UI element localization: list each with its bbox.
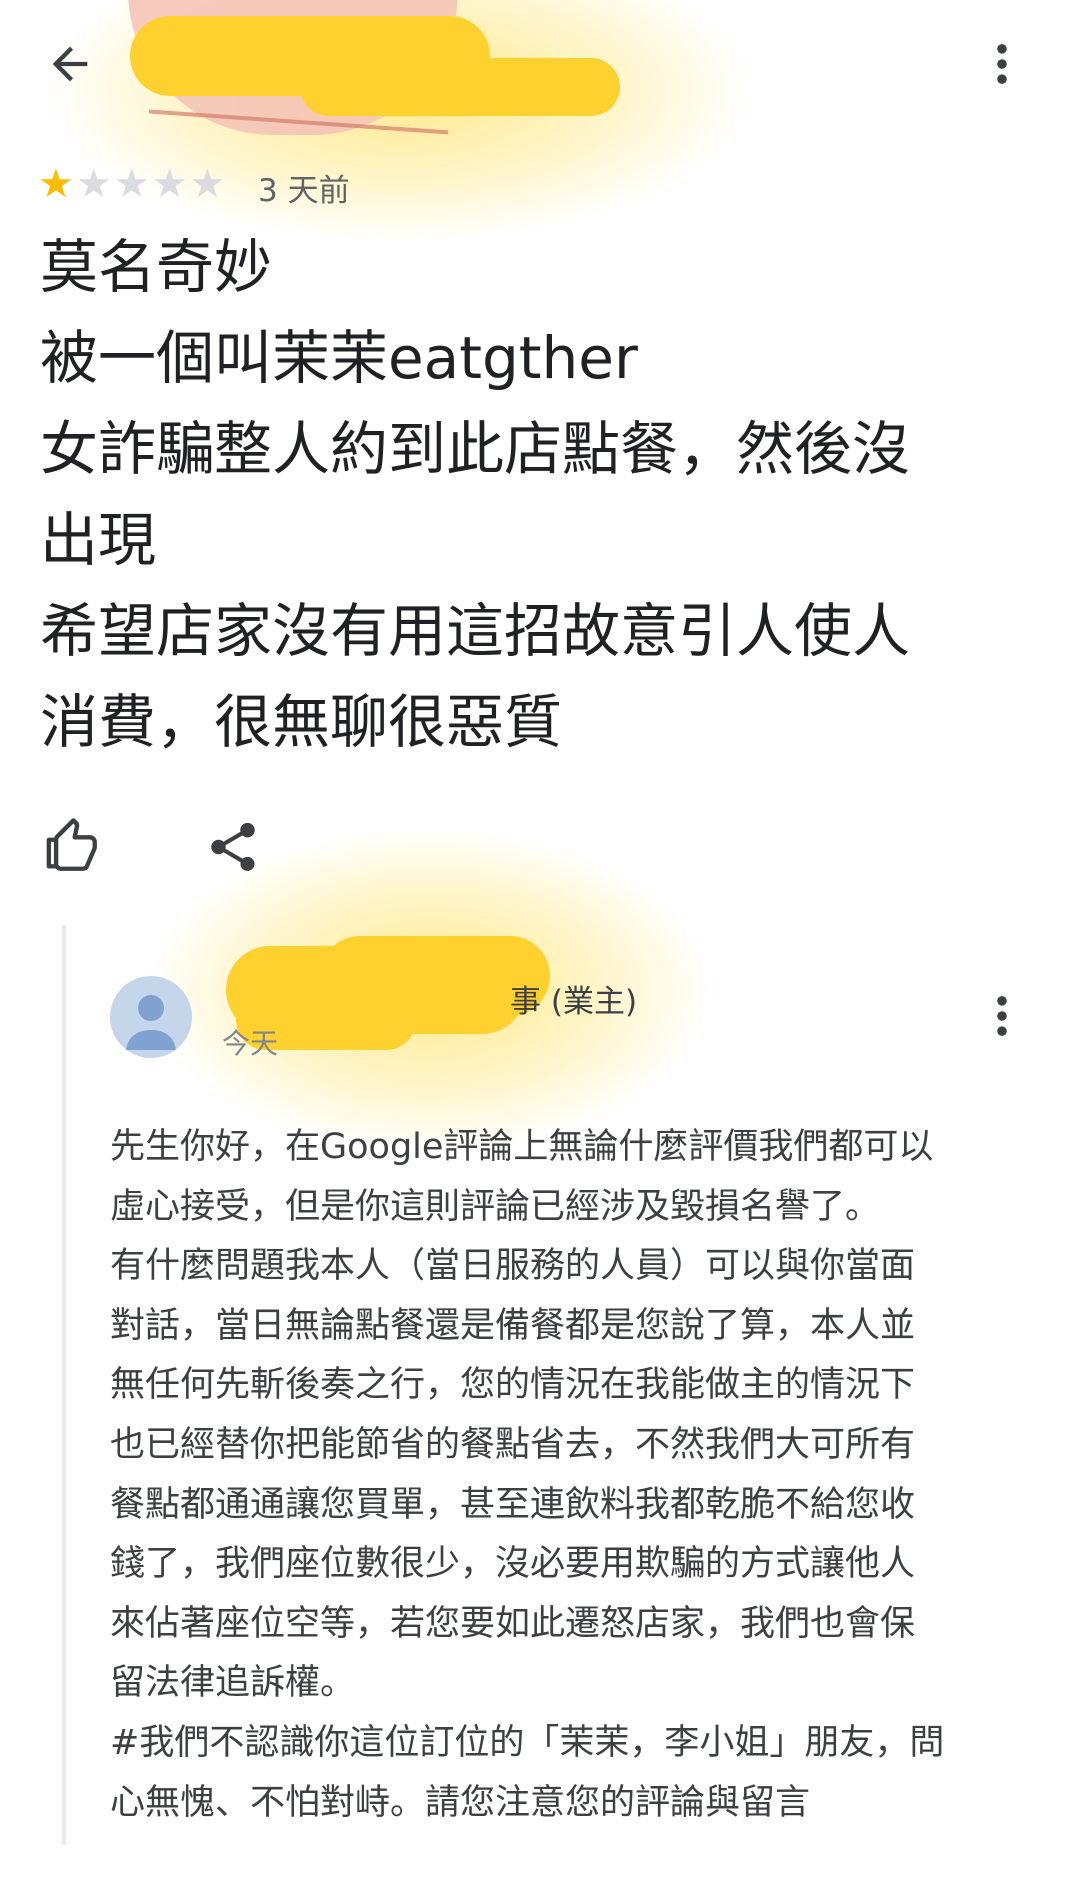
owner-avatar[interactable]	[110, 976, 192, 1058]
reply-line: 餐點都通通讓您買單，甚至連飲料我都乾脆不給您收	[110, 1484, 916, 1525]
review-text: 莫名奇妙 被一個叫茉茉eatgther 女詐騙整人約到此店點餐，然後沒 出現 希…	[40, 222, 1050, 768]
star-empty-icon: ★	[189, 161, 226, 207]
star-empty-icon: ★	[75, 161, 112, 207]
star-rating: ★ ★ ★ ★ ★	[38, 164, 225, 204]
reply-line: 有什麼問題我本人（當日服務的人員）可以與你當面	[110, 1246, 916, 1287]
reply-line: 錢了，我們座位數很少，沒必要用欺騙的方式讓他人	[110, 1544, 916, 1585]
person-avatar-icon	[126, 995, 176, 1050]
reply-line: 對話，當日無論點餐還是備餐都是您說了算，本人並	[110, 1305, 916, 1346]
reply-line: 來佔著座位空等，若您要如此遷怒店家，我們也會保	[110, 1603, 916, 1644]
reply-time: 今天	[222, 1027, 279, 1060]
review-line: 女詐騙整人約到此店點餐，然後沒	[40, 415, 911, 483]
reply-line: 留法律追訴權。	[110, 1663, 356, 1704]
thumb-up-icon	[46, 818, 97, 871]
redaction-mark	[300, 58, 620, 116]
star-empty-icon: ★	[113, 161, 150, 207]
reply-line: 心無愧、不怕對峙。請您注意您的評論與留言	[110, 1782, 811, 1823]
review-line: 被一個叫茉茉eatgther	[40, 324, 638, 392]
like-button[interactable]	[44, 818, 102, 876]
review-line: 希望店家沒有用這招故意引人使人	[40, 597, 911, 665]
review-line: 莫名奇妙	[40, 233, 273, 301]
reply-more-options-button[interactable]	[984, 990, 1020, 1042]
owner-name: 事 (業主)	[510, 984, 638, 1020]
more-options-button[interactable]	[984, 38, 1020, 90]
reply-line: 也已經替你把能節省的餐點省去，不然我們大可所有	[110, 1424, 916, 1465]
back-button[interactable]	[44, 38, 96, 90]
review-time: 3 天前	[258, 173, 350, 209]
star-filled-icon: ★	[38, 161, 74, 207]
owner-reply-text: 先生你好，在Google評論上無論什麼評價我們都可以 虛心接受，但是你這則評論已…	[110, 1118, 1030, 1833]
reply-thread-line	[62, 925, 66, 1845]
review-line: 出現	[40, 506, 157, 574]
review-line: 消費，很無聊很惡質	[40, 688, 563, 756]
reply-line: #我們不認識你這位訂位的「茉茉，李小姐」朋友，問	[110, 1722, 945, 1763]
star-empty-icon: ★	[151, 161, 188, 207]
reply-line: 無任何先斬後奏之行，您的情況在我能做主的情況下	[110, 1365, 916, 1406]
more-vert-icon	[997, 996, 1007, 1036]
reply-line: 虛心接受，但是你這則評論已經涉及毀損名譽了。	[110, 1186, 881, 1227]
more-vert-icon	[997, 44, 1007, 84]
reply-line: 先生你好，在Google評論上無論什麼評價我們都可以	[110, 1127, 934, 1167]
arrow-left-icon	[52, 46, 88, 82]
